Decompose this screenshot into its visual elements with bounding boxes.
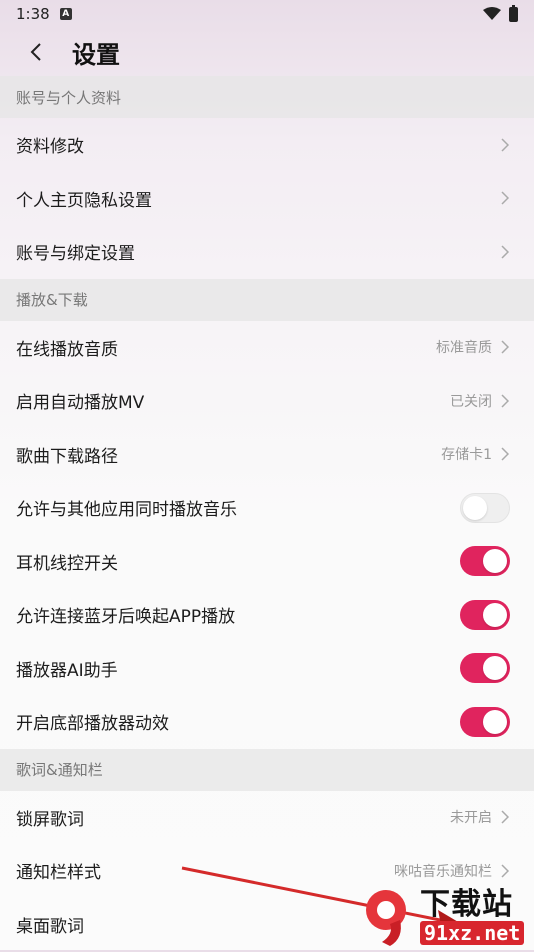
headset-control-toggle[interactable] <box>460 546 510 577</box>
row-label: 启用自动播放MV <box>16 393 145 414</box>
row-label: 通知栏样式 <box>16 863 101 884</box>
battery-icon <box>509 4 518 22</box>
row-value: 已关闭 <box>450 393 492 410</box>
section-header-account: 账号与个人资料 <box>0 76 534 118</box>
status-bar: 1:38 A <box>0 0 534 28</box>
row-ai-assistant: 播放器AI助手 <box>0 642 534 696</box>
row-label: 锁屏歌词 <box>16 809 84 830</box>
row-download-path[interactable]: 歌曲下载路径 存储卡1 <box>0 428 534 482</box>
row-label: 允许连接蓝牙后唤起APP播放 <box>16 607 236 628</box>
row-headset-control: 耳机线控开关 <box>0 535 534 589</box>
wifi-icon <box>483 7 501 20</box>
player-animation-toggle[interactable] <box>460 706 510 737</box>
row-label: 歌曲下载路径 <box>16 446 118 467</box>
watermark: 下载站 91xz.net <box>360 884 530 950</box>
row-value: 咪咕音乐通知栏 <box>394 863 492 880</box>
chevron-right-icon <box>501 864 510 878</box>
chevron-right-icon <box>501 394 510 408</box>
chevron-right-icon <box>501 245 510 259</box>
chevron-right-icon <box>501 810 510 824</box>
toggle-knob <box>483 656 507 681</box>
row-label: 耳机线控开关 <box>16 553 118 574</box>
row-profile-edit[interactable]: 资料修改 <box>0 118 534 172</box>
row-value: 标准音质 <box>436 340 492 357</box>
row-player-animation: 开启底部播放器动效 <box>0 695 534 749</box>
row-value: 未开启 <box>450 810 492 827</box>
bluetooth-wake-toggle[interactable] <box>460 599 510 630</box>
toggle-knob <box>483 709 507 734</box>
chevron-right-icon <box>501 191 510 205</box>
chevron-left-icon <box>30 43 41 61</box>
mix-playback-toggle[interactable] <box>460 492 510 523</box>
row-mix-playback: 允许与其他应用同时播放音乐 <box>0 481 534 535</box>
title-bar: 设置 <box>0 28 534 76</box>
toggle-knob <box>483 602 507 627</box>
chevron-right-icon <box>501 340 510 354</box>
row-value: 存储卡1 <box>441 447 492 464</box>
row-label: 资料修改 <box>16 137 84 158</box>
row-autoplay-mv[interactable]: 启用自动播放MV 已关闭 <box>0 374 534 428</box>
row-label: 个人主页隐私设置 <box>16 190 152 211</box>
row-bluetooth-wake: 允许连接蓝牙后唤起APP播放 <box>0 588 534 642</box>
status-time: 1:38 <box>16 5 50 23</box>
watermark-logo-icon <box>360 886 416 948</box>
toggle-knob <box>463 495 487 520</box>
ai-assistant-toggle[interactable] <box>460 653 510 684</box>
notification-icon: A <box>59 8 72 20</box>
row-label: 账号与绑定设置 <box>16 244 135 265</box>
row-label: 播放器AI助手 <box>16 660 118 681</box>
row-online-quality[interactable]: 在线播放音质 标准音质 <box>0 321 534 375</box>
row-privacy-settings[interactable]: 个人主页隐私设置 <box>0 172 534 226</box>
page-title: 设置 <box>72 40 120 69</box>
watermark-title: 下载站 <box>420 887 513 922</box>
toggle-knob <box>483 549 507 574</box>
chevron-right-icon <box>501 138 510 152</box>
row-label: 允许与其他应用同时播放音乐 <box>16 500 237 521</box>
row-lockscreen-lyrics[interactable]: 锁屏歌词 未开启 <box>0 791 534 845</box>
row-label: 在线播放音质 <box>16 339 118 360</box>
section-header-playback: 播放&下载 <box>0 278 534 321</box>
watermark-url: 91xz.net <box>420 921 525 945</box>
row-account-binding[interactable]: 账号与绑定设置 <box>0 225 534 279</box>
chevron-right-icon <box>501 447 510 461</box>
row-label: 开启底部播放器动效 <box>16 714 169 735</box>
section-header-lyrics: 歌词&通知栏 <box>0 748 534 791</box>
back-button[interactable] <box>24 37 48 67</box>
